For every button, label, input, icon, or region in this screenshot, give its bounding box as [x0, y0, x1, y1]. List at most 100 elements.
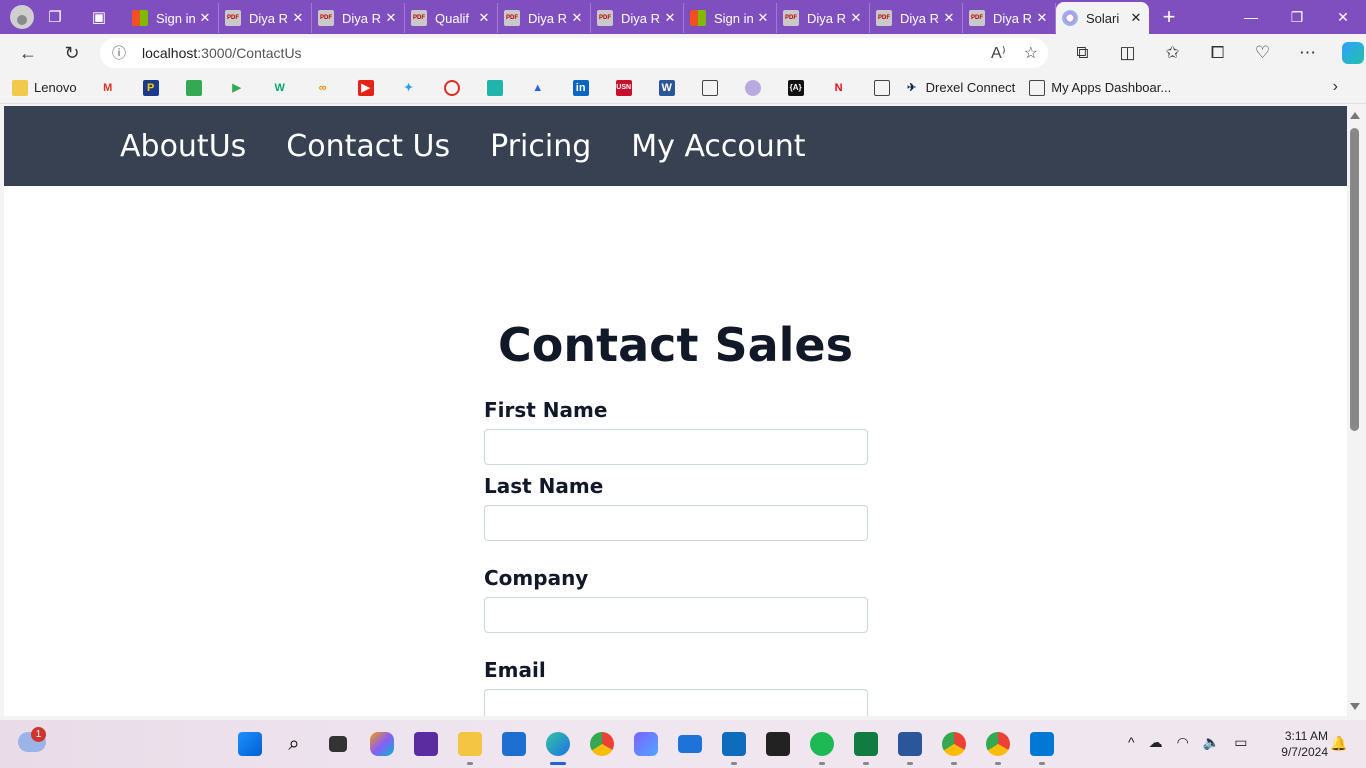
restore-icon[interactable]: ❐: [1274, 0, 1320, 34]
workspaces-icon[interactable]: ❐: [42, 4, 68, 30]
close-tab-icon[interactable]: ✕: [1129, 10, 1143, 26]
pandora-icon[interactable]: P: [142, 79, 159, 96]
mail-icon[interactable]: [668, 728, 712, 760]
copilot-icon[interactable]: [1330, 38, 1366, 68]
notifications-bell-icon[interactable]: 🔔: [1330, 735, 1347, 752]
tab[interactable]: PDF Diya R ✕: [312, 3, 405, 33]
close-tab-icon[interactable]: ✕: [942, 10, 956, 26]
address-bar[interactable]: ⓘ localhost:3000/ContactUs A⁾ ☆: [100, 38, 1048, 68]
chevron-right-icon[interactable]: ›: [1333, 78, 1338, 96]
bookmark-myapps[interactable]: My Apps Dashboar...: [1029, 79, 1171, 96]
nav-pricing[interactable]: Pricing: [490, 129, 591, 164]
nav-my-account[interactable]: My Account: [631, 129, 805, 164]
task-view-icon[interactable]: [316, 728, 360, 760]
bookmark-drexel[interactable]: ✈ Drexel Connect: [904, 80, 1015, 96]
coursera-icon[interactable]: ∞: [315, 80, 331, 96]
tab[interactable]: PDF Diya R ✕: [870, 3, 963, 33]
chevron-up-icon[interactable]: ^: [1128, 734, 1135, 751]
extensions-icon[interactable]: ⧉: [1060, 38, 1105, 68]
nav-contact-us[interactable]: Contact Us: [286, 129, 450, 164]
vscode-icon[interactable]: [1020, 728, 1064, 765]
tab-actions-icon[interactable]: ▣: [86, 4, 112, 30]
edge-icon[interactable]: [536, 728, 580, 765]
tab[interactable]: PDF Diya R ✕: [963, 3, 1056, 33]
scroll-up-icon[interactable]: [1350, 112, 1360, 119]
netflix-icon[interactable]: N: [831, 80, 847, 96]
linkedin-icon[interactable]: in: [572, 79, 589, 96]
store-icon[interactable]: [492, 728, 536, 760]
page-icon[interactable]: [873, 79, 890, 96]
clock[interactable]: 3:11 AM 9/7/2024: [1270, 728, 1328, 760]
file-explorer-icon[interactable]: [448, 728, 492, 765]
tab[interactable]: PDF Diya R ✕: [777, 3, 870, 33]
close-tab-icon[interactable]: ✕: [849, 10, 863, 26]
split-screen-icon[interactable]: ◫: [1105, 38, 1150, 68]
close-tab-icon[interactable]: ✕: [1035, 10, 1049, 26]
chrome-profile-icon[interactable]: [976, 728, 1020, 765]
tab-active[interactable]: Solari ✕: [1056, 2, 1149, 34]
bookmark-lenovo[interactable]: Lenovo: [12, 79, 77, 96]
tab[interactable]: PDF Qualif ✕: [405, 3, 498, 33]
tab[interactable]: PDF Diya R ✕: [498, 3, 591, 33]
new-tab-button[interactable]: +: [1149, 4, 1189, 30]
back-icon[interactable]: ←: [10, 38, 46, 68]
w3schools-icon[interactable]: W: [272, 80, 288, 96]
copilot-app-icon[interactable]: [624, 728, 668, 760]
twitter-icon[interactable]: ✦: [401, 80, 417, 96]
cortana-icon[interactable]: [404, 728, 448, 760]
first-name-field[interactable]: [484, 429, 868, 465]
close-tab-icon[interactable]: ✕: [570, 10, 584, 26]
minimize-icon[interactable]: —: [1228, 0, 1274, 34]
performance-icon[interactable]: ♡: [1240, 38, 1285, 68]
refresh-icon[interactable]: ↻: [54, 38, 90, 68]
favorite-star-icon[interactable]: ☆: [1024, 43, 1038, 63]
page-scrollbar[interactable]: [1347, 106, 1362, 716]
site-info-icon[interactable]: ⓘ: [112, 43, 142, 63]
copilot-taskbar-icon[interactable]: [360, 728, 404, 760]
close-tab-icon[interactable]: ✕: [756, 10, 770, 26]
favorites-icon[interactable]: ✩: [1150, 38, 1195, 68]
email-field[interactable]: [484, 689, 868, 716]
nav-about-us[interactable]: AboutUs: [120, 129, 246, 164]
excel-icon[interactable]: [844, 728, 888, 765]
company-field[interactable]: [484, 597, 868, 633]
chrome-icon[interactable]: [932, 728, 976, 765]
start-icon[interactable]: [228, 728, 272, 760]
usn-icon[interactable]: USN: [615, 79, 632, 96]
mountain-site-icon[interactable]: ▲: [530, 80, 546, 96]
collections-icon[interactable]: ⧠: [1195, 38, 1240, 68]
close-tab-icon[interactable]: ✕: [384, 10, 398, 26]
tab[interactable]: PDF Diya R ✕: [219, 3, 312, 33]
bot-site-icon[interactable]: [486, 79, 503, 96]
last-name-field[interactable]: [484, 505, 868, 541]
globe-site-icon[interactable]: [744, 79, 761, 96]
close-tab-icon[interactable]: ✕: [198, 10, 212, 26]
word-icon[interactable]: W: [658, 79, 675, 96]
scrollbar-thumb[interactable]: [1350, 128, 1359, 431]
play-store-icon[interactable]: ▶: [229, 80, 245, 96]
tab[interactable]: Sign in ✕: [126, 3, 219, 33]
sticky-notes-icon[interactable]: [756, 728, 800, 760]
read-aloud-icon[interactable]: A⁾: [991, 43, 1006, 63]
scroll-down-icon[interactable]: [1350, 703, 1360, 710]
profile-avatar[interactable]: [10, 5, 34, 29]
close-tab-icon[interactable]: ✕: [663, 10, 677, 26]
close-tab-icon[interactable]: ✕: [477, 10, 491, 26]
sync-icon[interactable]: ☁: [1149, 734, 1163, 751]
wifi-icon[interactable]: ◠: [1177, 734, 1189, 751]
spotify-icon[interactable]: [800, 728, 844, 765]
close-tab-icon[interactable]: ✕: [291, 10, 305, 26]
code-site-icon[interactable]: {A}: [787, 79, 804, 96]
meet-icon[interactable]: [185, 79, 202, 96]
chrome-canary-icon[interactable]: [580, 728, 624, 760]
battery-icon[interactable]: ▭: [1234, 734, 1247, 751]
outlook-icon[interactable]: [712, 728, 756, 765]
more-menu-icon[interactable]: ⋯: [1285, 38, 1330, 68]
close-window-icon[interactable]: ✕: [1320, 0, 1366, 34]
tab[interactable]: Sign in ✕: [684, 3, 777, 33]
gmail-icon[interactable]: M: [100, 80, 116, 96]
youtube-icon[interactable]: ▶: [357, 79, 374, 96]
page-icon[interactable]: [701, 79, 718, 96]
search-icon[interactable]: ⌕: [272, 728, 316, 760]
tab[interactable]: PDF Diya R ✕: [591, 3, 684, 33]
